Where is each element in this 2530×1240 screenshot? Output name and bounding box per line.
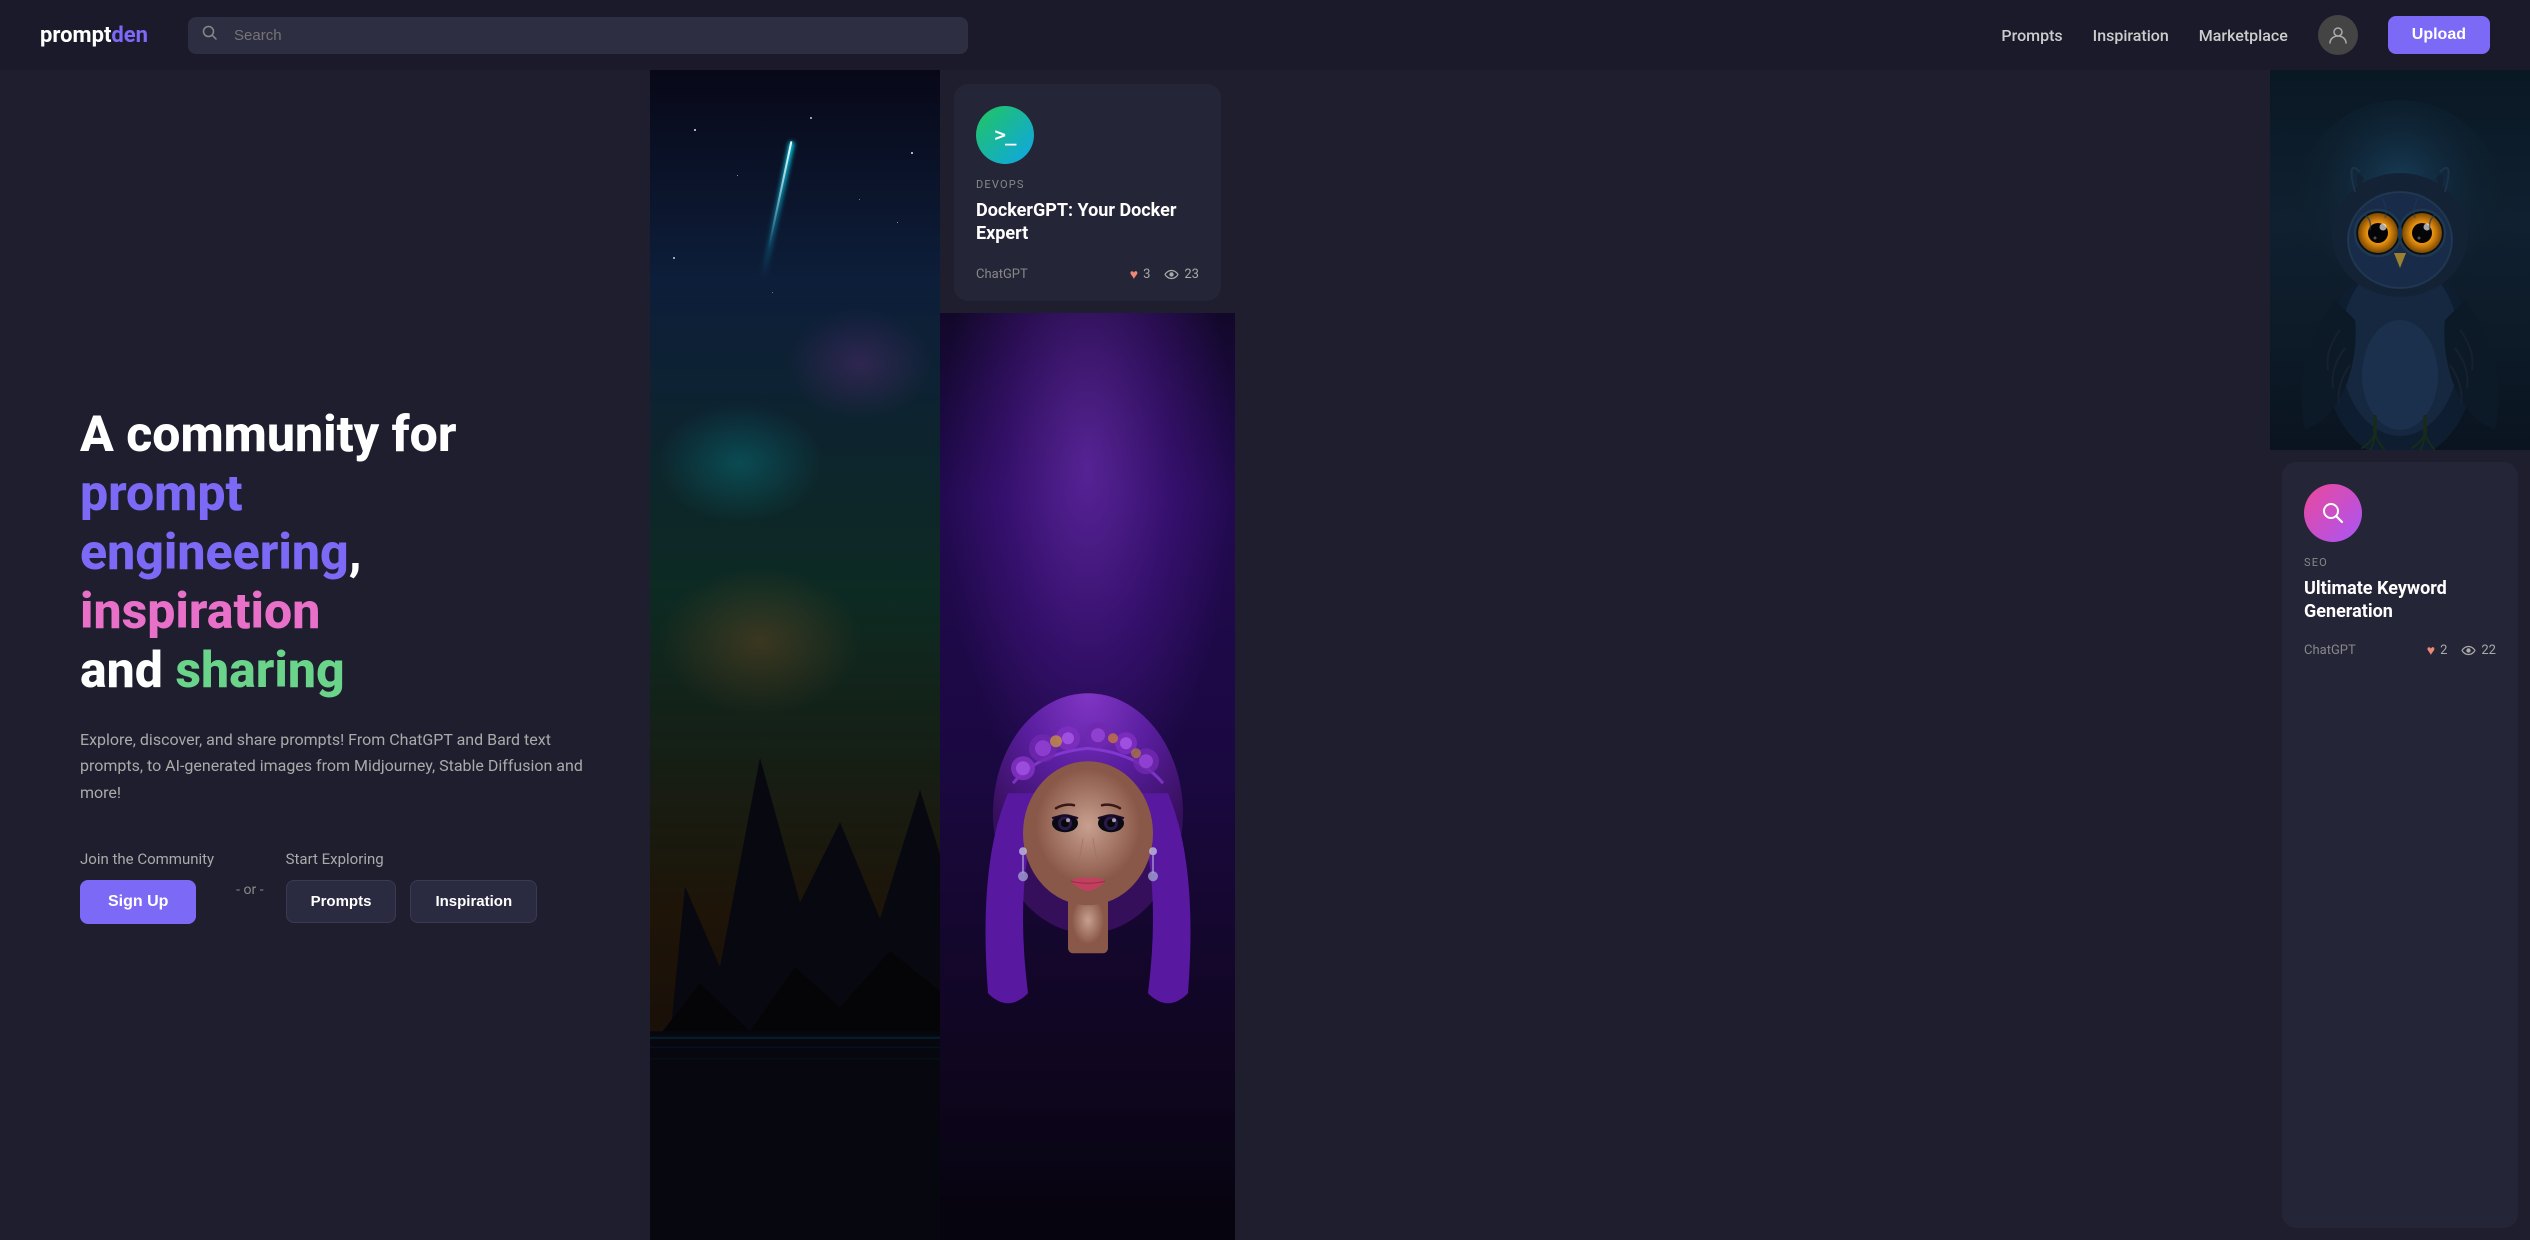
htitle-sep: , bbox=[349, 524, 362, 582]
docker-title: DockerGPT: Your Docker Expert bbox=[976, 199, 1199, 246]
logo[interactable]: promptden bbox=[40, 23, 148, 48]
owl-panel bbox=[2270, 70, 2530, 450]
search-container bbox=[188, 17, 968, 54]
join-group-label: Join the Community bbox=[80, 850, 214, 868]
docker-prompt-card: >_ DEVOPS DockerGPT: Your Docker Expert … bbox=[954, 84, 1221, 301]
docker-heart-icon: ♥ bbox=[1130, 266, 1138, 283]
main-hero-title: A community for prompt engineering, insp… bbox=[80, 406, 600, 701]
docker-like-count: 3 bbox=[1143, 267, 1150, 282]
seo-icon-circle bbox=[2304, 484, 2362, 542]
seo-platform: ChatGPT bbox=[2304, 643, 2356, 658]
seo-heart-stat: ♥ 2 bbox=[2427, 642, 2448, 659]
logo-prompt: prompt bbox=[40, 23, 111, 48]
navbar: promptden Prompts Inspiration Marketplac… bbox=[0, 0, 2530, 70]
seo-footer: ChatGPT ♥ 2 22 bbox=[2304, 642, 2496, 659]
join-group: Join the Community Sign Up bbox=[80, 850, 214, 924]
explore-group-label: Start Exploring bbox=[286, 850, 538, 868]
htitle-and: and bbox=[80, 642, 175, 700]
search-icon bbox=[202, 25, 218, 45]
terminal-prompt-icon: >_ bbox=[995, 124, 1016, 146]
htitle-prompt: prompt bbox=[80, 465, 243, 523]
or-separator: - or - bbox=[214, 882, 285, 898]
logo-den: den bbox=[111, 23, 148, 48]
htitle-share: sharing bbox=[175, 642, 344, 700]
docker-view-stat: 23 bbox=[1164, 267, 1199, 282]
seo-like-count: 2 bbox=[2440, 643, 2447, 658]
right-panel: SEO Ultimate Keyword Generation ChatGPT … bbox=[2270, 70, 2530, 1240]
docker-footer: ChatGPT ♥ 3 23 bbox=[976, 266, 1199, 283]
explore-group: Start Exploring Prompts Inspiration bbox=[286, 850, 538, 923]
htitle-insp: inspiration bbox=[80, 583, 320, 641]
seo-title: Ultimate Keyword Generation bbox=[2304, 577, 2496, 624]
explore-buttons: Prompts Inspiration bbox=[286, 880, 538, 923]
galaxy-image bbox=[650, 70, 940, 1240]
seo-heart-icon: ♥ bbox=[2427, 642, 2435, 659]
htitle-a: A community for bbox=[80, 406, 456, 464]
cta-wrapper: Join the Community Sign Up - or - Start … bbox=[80, 850, 600, 924]
hero-left: A community for prompt engineering, insp… bbox=[0, 70, 650, 1240]
nav-marketplace[interactable]: Marketplace bbox=[2199, 26, 2288, 45]
search-input[interactable] bbox=[188, 17, 968, 54]
upload-button[interactable]: Upload bbox=[2388, 16, 2490, 54]
docker-platform: ChatGPT bbox=[976, 267, 1028, 282]
docker-tag: DEVOPS bbox=[976, 178, 1199, 191]
main-prompts-button[interactable]: Prompts bbox=[286, 880, 397, 923]
docker-view-count: 23 bbox=[1184, 267, 1199, 282]
main-content: A community for prompt engineering, insp… bbox=[0, 70, 2530, 1240]
nav-links: Prompts Inspiration Marketplace Upload bbox=[2001, 15, 2490, 55]
docker-eye-icon bbox=[1164, 269, 1179, 280]
middle-panels: >_ DEVOPS DockerGPT: Your Docker Expert … bbox=[940, 70, 1235, 1240]
docker-stats: ♥ 3 23 bbox=[1130, 266, 1199, 283]
main-inspiration-button[interactable]: Inspiration bbox=[410, 880, 537, 923]
seo-view-stat: 22 bbox=[2461, 643, 2496, 658]
seo-stats: ♥ 2 22 bbox=[2427, 642, 2496, 659]
main-signup-button[interactable]: Sign Up bbox=[80, 880, 196, 924]
htitle-eng: engineering bbox=[80, 524, 349, 582]
avatar-button[interactable] bbox=[2318, 15, 2358, 55]
woman-image bbox=[940, 313, 1235, 1240]
main-hero-desc: Explore, discover, and share prompts! Fr… bbox=[80, 727, 600, 806]
seo-tag: SEO bbox=[2304, 556, 2496, 569]
docker-icon-circle: >_ bbox=[976, 106, 1034, 164]
nav-prompts[interactable]: Prompts bbox=[2001, 26, 2062, 45]
nav-inspiration[interactable]: Inspiration bbox=[2093, 26, 2169, 45]
seo-view-count: 22 bbox=[2481, 643, 2496, 658]
seo-eye-icon bbox=[2461, 645, 2476, 656]
seo-search-icon bbox=[2321, 501, 2345, 525]
seo-card: SEO Ultimate Keyword Generation ChatGPT … bbox=[2282, 462, 2518, 1228]
docker-heart-stat: ♥ 3 bbox=[1130, 266, 1151, 283]
